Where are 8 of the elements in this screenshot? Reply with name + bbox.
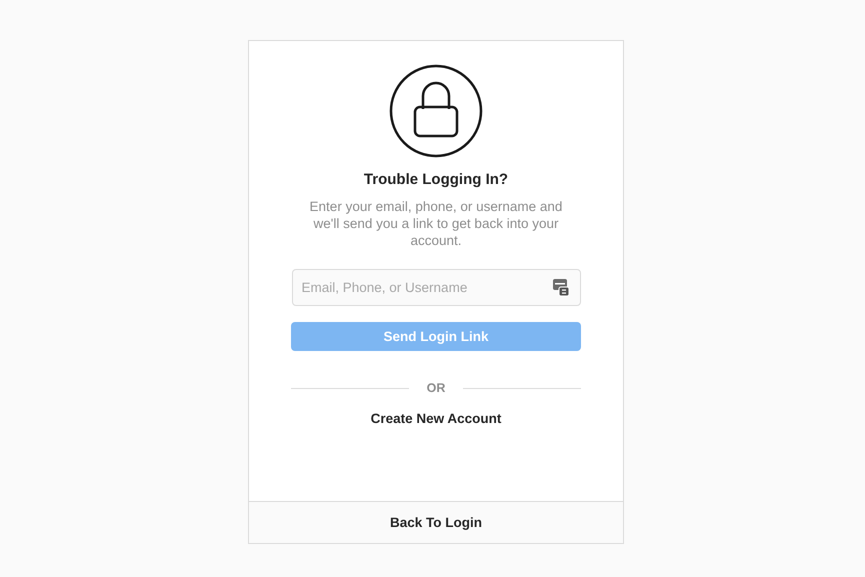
page-title: Trouble Logging In?: [364, 171, 508, 188]
lock-icon: [389, 64, 483, 158]
login-input-field[interactable]: Email, Phone, or Username: [292, 269, 580, 306]
divider-text: OR: [426, 381, 446, 395]
password-manager-icon[interactable]: [552, 279, 568, 296]
instructions-text: Enter your email, phone, or username and we'll send you a link to get back into your account.: [308, 198, 564, 249]
back-to-login-button[interactable]: Back To Login: [249, 501, 623, 543]
create-account-link[interactable]: Create New Account: [370, 411, 502, 426]
